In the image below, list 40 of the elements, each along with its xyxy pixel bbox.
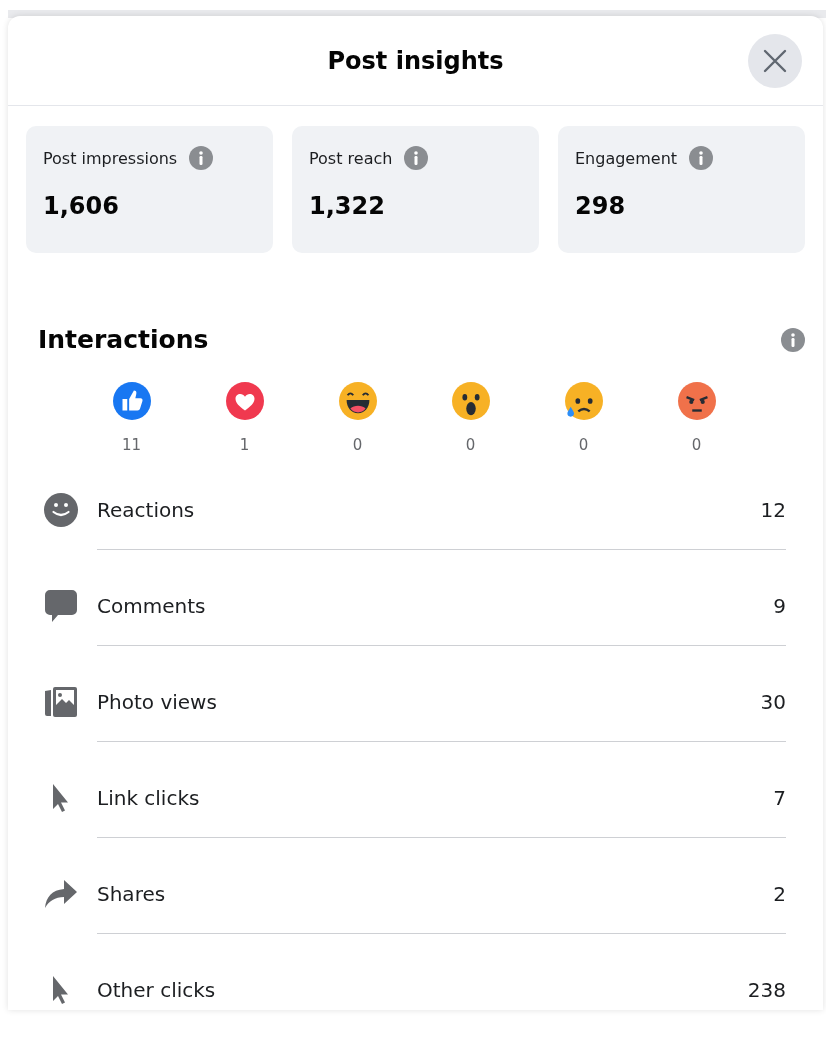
metric-value: 2	[773, 882, 786, 906]
close-button[interactable]	[748, 34, 802, 88]
smiley-icon	[44, 493, 78, 527]
reaction-count: 1	[239, 436, 250, 454]
metric-value: 30	[760, 690, 786, 714]
stat-value: 1,322	[309, 192, 386, 220]
metric-label: Reactions	[97, 498, 196, 522]
thumbs-up-icon	[112, 382, 151, 420]
stat-label: Post reach	[309, 148, 393, 168]
metric-value: 7	[773, 786, 786, 810]
metric-label: Other clicks	[97, 978, 217, 1002]
section-title: Interactions	[38, 325, 209, 354]
reaction-count: 11	[121, 436, 142, 454]
metric-label: Shares	[97, 882, 167, 906]
metric-value: 12	[760, 498, 786, 522]
reaction-count: 0	[465, 436, 476, 454]
close-icon	[763, 49, 787, 73]
stat-value: 1,606	[43, 192, 120, 220]
angry-face-icon	[677, 382, 716, 420]
reaction-count: 0	[691, 436, 702, 454]
metric-value: 9	[773, 594, 786, 618]
metric-label: Comments	[97, 594, 207, 618]
stat-label: Engagement	[575, 148, 678, 168]
info-icon[interactable]	[781, 327, 805, 352]
reaction-count: 0	[578, 436, 589, 454]
surprised-face-icon	[451, 382, 490, 420]
stat-value: 298	[575, 192, 627, 220]
metric-value: 238	[747, 978, 786, 1002]
info-icon[interactable]	[404, 146, 429, 170]
metric-label: Link clicks	[97, 786, 201, 810]
reaction-count: 0	[352, 436, 363, 454]
info-icon[interactable]	[689, 146, 714, 170]
stat-label: Post impressions	[43, 148, 178, 168]
dialog-title: Post insights	[327, 46, 504, 75]
metric-label: Photo views	[97, 690, 218, 714]
photos-icon	[44, 685, 78, 719]
sad-face-icon	[564, 382, 603, 420]
info-icon[interactable]	[189, 146, 214, 170]
speech-bubble-icon	[44, 589, 78, 623]
laughing-face-icon	[338, 382, 377, 420]
